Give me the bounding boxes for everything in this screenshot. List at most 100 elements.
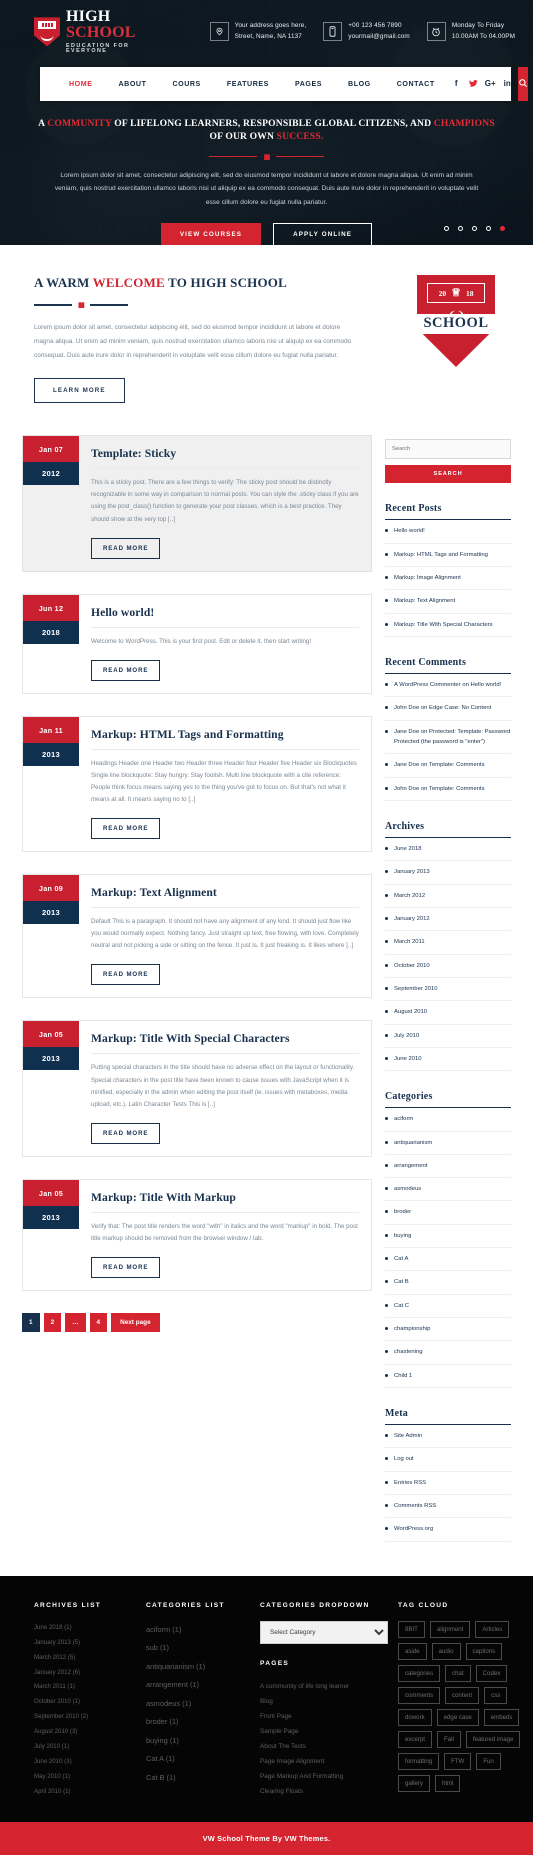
nav-item-home[interactable]: HOME	[56, 80, 105, 88]
list-item[interactable]: arrangement	[385, 1155, 511, 1179]
list-item[interactable]: Page Image Alignment	[260, 1754, 388, 1769]
list-item[interactable]: Comments RSS	[385, 1495, 511, 1519]
list-item[interactable]: April 2010 (1)	[34, 1785, 136, 1800]
tag-item[interactable]: comments	[398, 1686, 441, 1704]
google-plus-icon[interactable]: G+	[482, 79, 499, 88]
nav-item-contact[interactable]: CONTACT	[384, 80, 448, 88]
list-item[interactable]: May 2010 (1)	[34, 1770, 136, 1785]
list-item[interactable]: arrangement (1)	[146, 1676, 250, 1695]
list-item[interactable]: WordPress.org	[385, 1518, 511, 1542]
list-item[interactable]: Markup: Text Alignment	[385, 590, 511, 614]
tag-item[interactable]: edge case	[436, 1708, 479, 1726]
list-item[interactable]: aciform	[385, 1108, 511, 1132]
tag-item[interactable]: audio	[431, 1642, 461, 1660]
list-item[interactable]: About The Tests	[260, 1739, 388, 1754]
nav-item-features[interactable]: FEATURES	[214, 80, 282, 88]
tag-item[interactable]: css	[484, 1686, 508, 1704]
carousel-dot-2[interactable]	[458, 226, 463, 231]
tag-item[interactable]: Articles	[475, 1620, 510, 1638]
carousel-dot-4[interactable]	[486, 226, 491, 231]
tag-item[interactable]: 8BIT	[398, 1620, 425, 1638]
learn-more-button[interactable]: LEARN MORE	[34, 378, 125, 404]
list-item[interactable]: June 2010	[385, 1048, 511, 1072]
list-item[interactable]: antiquarianism	[385, 1132, 511, 1155]
pagination-page-2[interactable]: 2	[43, 1312, 62, 1332]
sidebar-search-submit[interactable]: SEARCH	[385, 465, 511, 484]
carousel-dot-5[interactable]	[500, 226, 505, 231]
post-title[interactable]: Template: Sticky	[91, 447, 359, 470]
tag-item[interactable]: Codex	[475, 1664, 508, 1682]
tag-item[interactable]: featured image	[465, 1730, 521, 1748]
list-item[interactable]: March 2012 (5)	[34, 1651, 136, 1666]
list-item[interactable]: January 2012	[385, 908, 511, 932]
post-title[interactable]: Hello world!	[91, 606, 359, 628]
read-more-button[interactable]: READ MORE	[91, 537, 161, 559]
list-item[interactable]: A WordPress Commenter on Hello world!	[385, 674, 511, 698]
linkedin-icon[interactable]: in	[499, 79, 516, 88]
list-item[interactable]: October 2010 (1)	[34, 1695, 136, 1710]
nav-item-blog[interactable]: BLOG	[335, 80, 384, 88]
pagination-page-4[interactable]: 4	[89, 1312, 108, 1332]
list-item[interactable]: Markup: Image Alignment	[385, 567, 511, 591]
tag-item[interactable]: content	[445, 1686, 480, 1704]
list-item[interactable]: Site Admin	[385, 1425, 511, 1449]
list-item[interactable]: Child 1	[385, 1365, 511, 1389]
tag-item[interactable]: captions	[465, 1642, 503, 1660]
tag-item[interactable]: html	[434, 1774, 461, 1792]
list-item[interactable]: January 2013	[385, 861, 511, 885]
read-more-button[interactable]: READ MORE	[91, 818, 161, 840]
facebook-icon[interactable]: f	[448, 79, 465, 88]
list-item[interactable]: Sample Page	[260, 1724, 388, 1739]
list-item[interactable]: Clearing Floats	[260, 1784, 388, 1799]
read-more-button[interactable]: READ MORE	[91, 1256, 161, 1278]
list-item[interactable]: August 2010 (3)	[34, 1725, 136, 1740]
list-item[interactable]: aciform (1)	[146, 1621, 250, 1640]
list-item[interactable]: chastening	[385, 1341, 511, 1365]
list-item[interactable]: Log out	[385, 1448, 511, 1472]
list-item[interactable]: Cat C	[385, 1295, 511, 1319]
search-button[interactable]	[517, 66, 528, 101]
view-courses-button[interactable]: VIEW COURSES	[160, 223, 262, 245]
list-item[interactable]: June 2018	[385, 838, 511, 862]
pagination-page-1[interactable]: 1	[22, 1312, 40, 1332]
list-item[interactable]: asmodeus (1)	[146, 1695, 250, 1714]
list-item[interactable]: Markup: HTML Tags and Formatting	[385, 544, 511, 567]
list-item[interactable]: October 2010	[385, 955, 511, 978]
list-item[interactable]: asmodeus	[385, 1178, 511, 1202]
list-item[interactable]: John Doe on Edge Case: No Content	[385, 697, 511, 721]
list-item[interactable]: Jane Doe on Template: Comments	[385, 754, 511, 778]
list-item[interactable]: Cat B	[385, 1271, 511, 1295]
list-item[interactable]: June 2018 (1)	[34, 1621, 136, 1636]
list-item[interactable]: A community of life long learner	[260, 1679, 388, 1694]
read-more-button[interactable]: READ MORE	[91, 1122, 161, 1144]
list-item[interactable]: Entries RSS	[385, 1472, 511, 1496]
list-item[interactable]: June 2010 (3)	[34, 1755, 136, 1770]
search-input[interactable]	[385, 439, 511, 460]
read-more-button[interactable]: READ MORE	[91, 659, 161, 681]
list-item[interactable]: broder (1)	[146, 1713, 250, 1732]
list-item[interactable]: September 2010	[385, 978, 511, 1002]
list-item[interactable]: Front Page	[260, 1709, 388, 1724]
list-item[interactable]: Hello world!	[385, 520, 511, 544]
list-item[interactable]: March 2011	[385, 931, 511, 955]
tag-item[interactable]: categories	[398, 1664, 441, 1682]
tag-item[interactable]: FTW	[444, 1752, 472, 1770]
apply-online-button[interactable]: APPLY ONLINE	[273, 223, 373, 245]
nav-item-cours[interactable]: COURS	[159, 80, 213, 88]
list-item[interactable]: Page Markup And Formatting	[260, 1769, 388, 1784]
tag-item[interactable]: Fun	[476, 1752, 501, 1770]
carousel-dot-3[interactable]	[472, 226, 477, 231]
tag-item[interactable]: dowork	[398, 1708, 432, 1726]
tag-item[interactable]: Fail	[436, 1730, 461, 1748]
list-item[interactable]: Cat A (1)	[146, 1750, 250, 1769]
pagination-next-button[interactable]: Next page	[111, 1312, 160, 1332]
list-item[interactable]: August 2010	[385, 1001, 511, 1025]
list-item[interactable]: sub (1)	[146, 1639, 250, 1658]
read-more-button[interactable]: READ MORE	[91, 964, 161, 986]
site-logo[interactable]: HIGH SCHOOL EDUCATION FOR EVERYONE	[34, 9, 174, 55]
post-title[interactable]: Markup: Title With Special Characters	[91, 1032, 359, 1055]
list-item[interactable]: Markup: Title With Special Characters	[385, 614, 511, 637]
post-title[interactable]: Markup: Text Alignment	[91, 886, 359, 909]
tag-item[interactable]: formatting	[398, 1752, 440, 1770]
list-item[interactable]: buying (1)	[146, 1732, 250, 1751]
